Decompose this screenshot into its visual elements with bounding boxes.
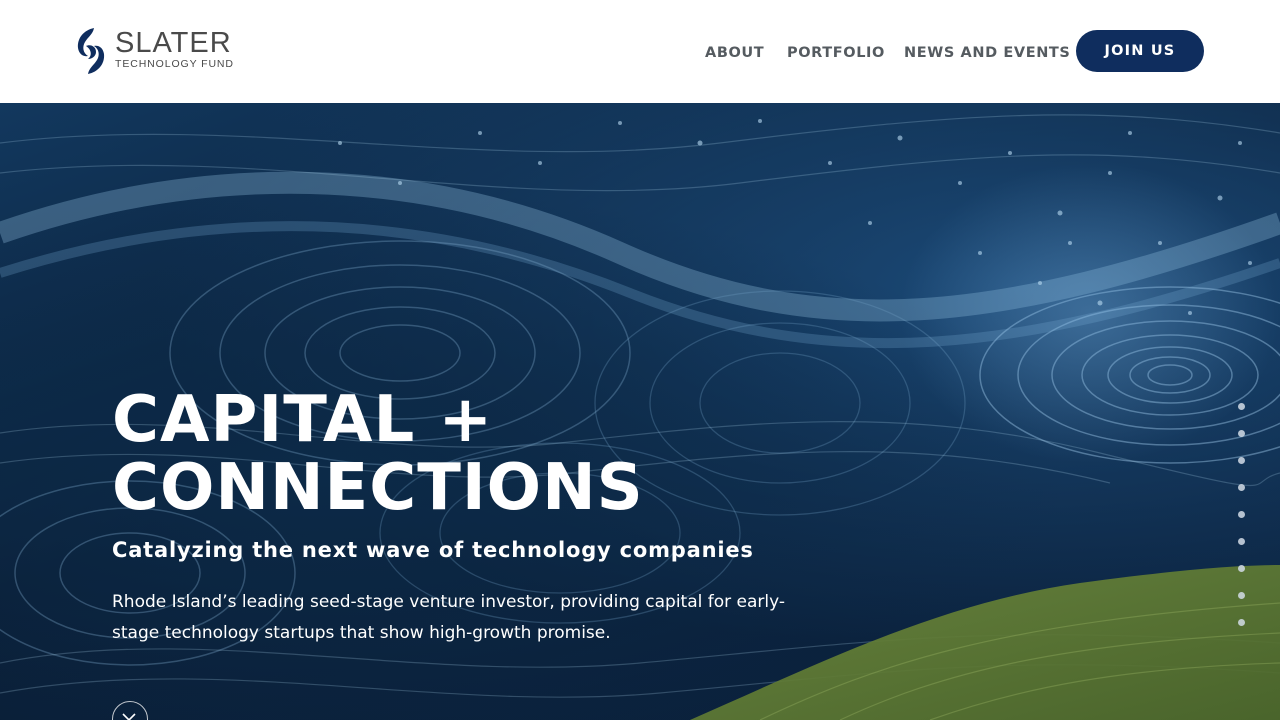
slide-dot[interactable] <box>1238 592 1245 599</box>
nav-portfolio[interactable]: PORTFOLIO <box>787 45 885 61</box>
join-us-button[interactable]: JOIN US <box>1076 30 1204 72</box>
hero-subtitle: Catalyzing the next wave of technology c… <box>112 538 754 562</box>
site-header: SLATER TECHNOLOGY FUND ABOUT PORTFOLIO N… <box>0 0 1280 103</box>
chevron-down-icon <box>122 713 136 720</box>
slide-dot[interactable] <box>1238 511 1245 518</box>
slide-dot[interactable] <box>1238 619 1245 626</box>
nav-about[interactable]: ABOUT <box>705 45 764 61</box>
nav-news-and-events[interactable]: NEWS AND EVENTS <box>904 45 1070 61</box>
slide-dot[interactable] <box>1238 457 1245 464</box>
hero-section: CAPITAL + CONNECTIONS Catalyzing the nex… <box>0 103 1280 720</box>
slide-dot[interactable] <box>1238 430 1245 437</box>
hero-title-line-1: CAPITAL + <box>112 383 494 457</box>
slide-dot[interactable] <box>1238 484 1245 491</box>
slide-dot[interactable] <box>1238 565 1245 572</box>
slide-dot[interactable] <box>1238 538 1245 545</box>
slide-dot[interactable] <box>1238 403 1245 410</box>
hero-title: CAPITAL + CONNECTIONS <box>112 386 1012 522</box>
hero-title-line-2: CONNECTIONS <box>112 451 644 525</box>
slater-logo[interactable]: SLATER TECHNOLOGY FUND <box>74 26 244 78</box>
logo-wordmark: SLATER <box>115 27 232 59</box>
logo-mark-icon <box>77 28 105 74</box>
hero-description: Rhode Island’s leading seed-stage ventur… <box>112 592 786 643</box>
logo-subtitle: TECHNOLOGY FUND <box>115 58 234 70</box>
